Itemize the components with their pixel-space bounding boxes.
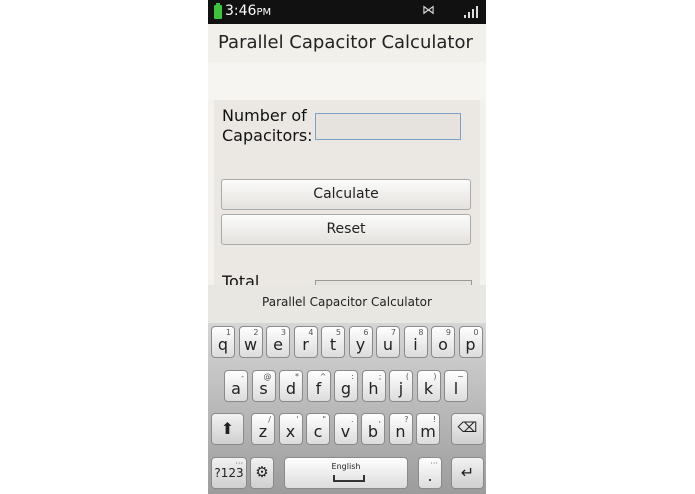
phone-screen: 3:46PM ⋈ Parallel Capacitor Calculator N… bbox=[208, 0, 486, 494]
key-f[interactable]: ^ f bbox=[306, 370, 331, 402]
key-e[interactable]: 3e bbox=[266, 326, 290, 358]
key-l[interactable]: ~ l bbox=[444, 370, 468, 402]
title-divider-band bbox=[208, 62, 486, 100]
key-q[interactable]: 1q bbox=[211, 326, 235, 358]
key-k[interactable]: ) k bbox=[416, 370, 441, 402]
key-y[interactable]: 6y bbox=[348, 326, 373, 358]
key-i[interactable]: 8i bbox=[403, 326, 428, 358]
signal-icon bbox=[464, 6, 478, 18]
enter-icon: ↵ bbox=[460, 463, 475, 482]
key-r[interactable]: 4r bbox=[293, 326, 318, 358]
gear-icon: ⚙ bbox=[255, 463, 269, 481]
soft-keyboard: 1q2w3e4r5t6y7u8i9o0p - a @ s * d ^ f: g; h(j) k ~ l … bbox=[208, 323, 486, 494]
status-clock: 3:46PM bbox=[225, 3, 272, 19]
key-o[interactable]: 9o bbox=[431, 326, 455, 358]
space-icon bbox=[333, 475, 365, 482]
reset-button[interactable]: Reset bbox=[221, 214, 471, 245]
title-bar: Parallel Capacitor Calculator bbox=[208, 24, 486, 62]
suggestion-bar: Parallel Capacitor Calculator bbox=[208, 285, 486, 323]
key-m[interactable]: ! m bbox=[416, 413, 440, 445]
vibrate-icon: ⋈ bbox=[422, 3, 435, 18]
key-n[interactable]: ? n bbox=[388, 413, 413, 445]
shift-icon: ⬆ bbox=[220, 419, 235, 438]
key-g[interactable]: :g bbox=[334, 370, 358, 402]
period-key[interactable]: ··· . bbox=[418, 457, 442, 489]
battery-icon bbox=[214, 3, 222, 19]
key-t[interactable]: 5t bbox=[321, 326, 345, 358]
space-key[interactable]: English bbox=[284, 457, 408, 489]
key-w[interactable]: 2w bbox=[238, 326, 263, 358]
key-j[interactable]: (j bbox=[389, 370, 413, 402]
total-label: Total bbox=[222, 272, 260, 285]
key-a[interactable]: -a bbox=[224, 370, 248, 402]
settings-key[interactable]: ⚙ bbox=[250, 457, 274, 489]
backspace-key[interactable]: ⌫ bbox=[451, 413, 484, 445]
form-panel: Number of Capacitors: Calculate Reset To… bbox=[214, 100, 480, 285]
key-z[interactable]: / z bbox=[251, 413, 275, 445]
key-b[interactable]: ,b bbox=[361, 413, 385, 445]
key-p[interactable]: 0p bbox=[458, 326, 483, 358]
enter-key[interactable]: ↵ bbox=[451, 457, 484, 489]
key-v[interactable]: .v bbox=[333, 413, 358, 445]
page-title: Parallel Capacitor Calculator bbox=[218, 32, 473, 53]
number-of-capacitors-label: Number of Capacitors: bbox=[222, 106, 313, 145]
key-x[interactable]: ' x bbox=[278, 413, 303, 445]
backspace-icon: ⌫ bbox=[457, 420, 478, 436]
number-of-capacitors-input[interactable] bbox=[315, 113, 461, 140]
status-bar: 3:46PM ⋈ bbox=[208, 0, 486, 24]
key-d[interactable]: * d bbox=[279, 370, 303, 402]
key-c[interactable]: " c bbox=[306, 413, 330, 445]
calculate-button[interactable]: Calculate bbox=[221, 179, 471, 210]
shift-key[interactable]: ⬆ bbox=[211, 413, 244, 445]
key-h[interactable]: ; h bbox=[361, 370, 386, 402]
key-u[interactable]: 7u bbox=[376, 326, 400, 358]
key-s[interactable]: @ s bbox=[251, 370, 276, 402]
suggestion-item[interactable]: Parallel Capacitor Calculator bbox=[208, 295, 486, 309]
symbols-key[interactable]: ··· ?123 bbox=[211, 457, 247, 489]
